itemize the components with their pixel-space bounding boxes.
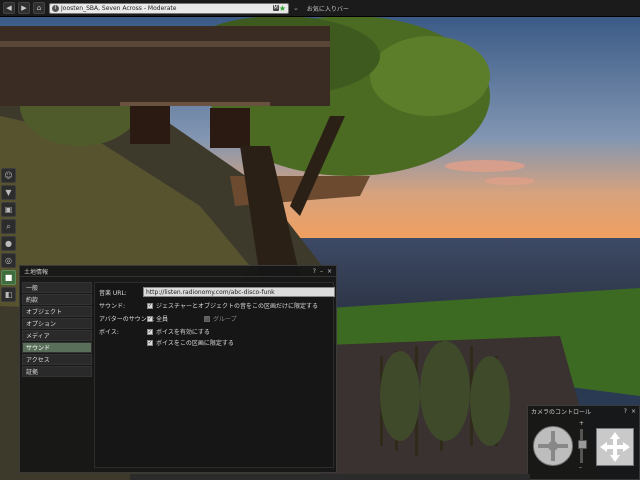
sound-row: サウンド: ✓ ジェスチャーとオブジェクトの音をこの区画だけに限定する <box>99 301 318 310</box>
compass-icon: ◎ <box>5 256 12 265</box>
help-button[interactable]: ? <box>313 268 316 275</box>
music-url-label: 音楽 URL: <box>99 289 127 297</box>
dialog-titlebar[interactable]: 土地情報 ? – × <box>20 266 336 277</box>
home-icon: ⌂ <box>36 4 42 12</box>
minimap-button[interactable]: ◎ <box>1 253 16 268</box>
search-icon: ⌕ <box>6 221 11 231</box>
howto-button[interactable]: ● <box>1 236 16 251</box>
land-tabs: 一般 約款 オブジェクト オプション メディア サウンド アクセス 証拠 <box>22 282 92 378</box>
avatar-sound-all-checkbox[interactable]: ✓ <box>147 315 153 322</box>
back-button[interactable]: ◀ <box>3 2 15 14</box>
navigation-bar: ◀ ▶ ⌂ i Joosten_SBA, Seven Across - Mode… <box>0 0 640 17</box>
sound-settings-panel: 音楽 URL: http://listen.radionomy.com/abc-… <box>94 282 335 468</box>
tab-objects[interactable]: オブジェクト <box>22 306 92 317</box>
pan-arrows-icon <box>600 432 630 462</box>
tab-media[interactable]: メディア <box>22 330 92 341</box>
people-button[interactable]: ☺ <box>1 168 16 183</box>
tab-evidence[interactable]: 証拠 <box>22 366 92 377</box>
appearance-button[interactable]: ▼ <box>1 185 16 200</box>
avatar-sound-group-checkbox: ✓ <box>204 315 210 322</box>
zoom-slider-handle[interactable] <box>578 440 587 449</box>
map-button[interactable]: ◧ <box>1 287 16 302</box>
music-url-row: 音楽 URL: http://listen.radionomy.com/abc-… <box>99 287 335 297</box>
voice-restrict-row: ✓ ボイスをこの区画に限定する <box>147 338 234 347</box>
location-input[interactable]: i Joosten_SBA, Seven Across - Moderate M… <box>49 2 289 14</box>
camera-icon: ■ <box>4 273 13 282</box>
voice-restrict-label: ボイスをこの区画に限定する <box>156 340 234 347</box>
camera-button[interactable]: ■ <box>1 270 16 285</box>
favorites-bar-label[interactable]: お気に入りバー <box>307 4 349 13</box>
star-icon[interactable]: ★ <box>279 4 286 13</box>
voice-enable-label: ボイスを有効にする <box>156 329 210 336</box>
inventory-button[interactable]: ▣ <box>1 202 16 217</box>
voice-label: ボイス: <box>99 329 119 336</box>
camera-help-button[interactable]: ? <box>624 408 627 415</box>
camera-close-button[interactable]: × <box>631 408 636 415</box>
left-toolbar: ☺ ▼ ▣ ⌕ ● ◎ ■ ◧ <box>0 166 18 304</box>
tab-options[interactable]: オプション <box>22 318 92 329</box>
shirt-icon: ▼ <box>5 188 12 197</box>
orbit-arrows-icon <box>538 431 568 461</box>
forward-button[interactable]: ▶ <box>18 2 30 14</box>
info-icon[interactable]: i <box>52 4 59 12</box>
tab-access[interactable]: アクセス <box>22 354 92 365</box>
orbit-control[interactable] <box>533 426 573 466</box>
location-text: Joosten_SBA, Seven Across - Moderate <box>61 4 177 12</box>
pan-control[interactable] <box>596 428 634 466</box>
zoom-out-icon[interactable]: – <box>579 464 582 471</box>
bottom-toolbar <box>130 474 530 480</box>
search-button[interactable]: ⌕ <box>1 219 16 234</box>
music-url-field[interactable]: http://listen.radionomy.com/abc-disco-fu… <box>143 287 335 297</box>
people-icon: ☺ <box>4 171 13 180</box>
avatar-sound-label: アバターのサウンド: <box>99 316 155 323</box>
about-land-dialog: 土地情報 ? – × 一般 約款 オブジェクト オプション メディア サウンド … <box>19 265 337 473</box>
close-button[interactable]: × <box>327 268 332 275</box>
minimize-button[interactable]: – <box>320 268 323 275</box>
tab-sound[interactable]: サウンド <box>22 342 92 353</box>
voice-enable-checkbox[interactable]: ✓ <box>147 328 153 335</box>
voice-row: ボイス: ✓ ボイスを有効にする <box>99 327 210 336</box>
chevron-down-icon[interactable]: ⌄ <box>293 4 299 12</box>
back-arrow-icon: ◀ <box>6 4 12 12</box>
forward-arrow-icon: ▶ <box>21 4 27 12</box>
avatar-sound-row: アバターのサウンド: ✓ 全員 ✓ グループ <box>99 314 237 323</box>
zoom-in-icon[interactable]: + <box>579 420 584 427</box>
sound-label: サウンド: <box>99 303 126 310</box>
camera-title: カメラのコントロール <box>531 408 592 416</box>
home-button[interactable]: ⌂ <box>33 2 45 14</box>
inventory-icon: ▣ <box>4 205 13 214</box>
dialog-title: 土地情報 <box>24 268 49 276</box>
camera-controls-panel: カメラのコントロール ? × + – <box>527 405 640 480</box>
sound-restrict-label: ジェスチャーとオブジェクトの音をこの区画だけに限定する <box>156 303 318 310</box>
lightbulb-icon: ● <box>5 239 12 248</box>
camera-titlebar[interactable]: カメラのコントロール ? × <box>528 406 639 416</box>
sound-restrict-checkbox[interactable]: ✓ <box>147 302 153 309</box>
tab-covenant[interactable]: 約款 <box>22 294 92 305</box>
avatar-sound-all-label: 全員 <box>156 316 169 323</box>
voice-restrict-checkbox[interactable]: ✓ <box>147 339 153 346</box>
tab-general[interactable]: 一般 <box>22 282 92 293</box>
map-icon: ◧ <box>4 290 13 299</box>
avatar-sound-group-label: グループ <box>213 316 237 323</box>
